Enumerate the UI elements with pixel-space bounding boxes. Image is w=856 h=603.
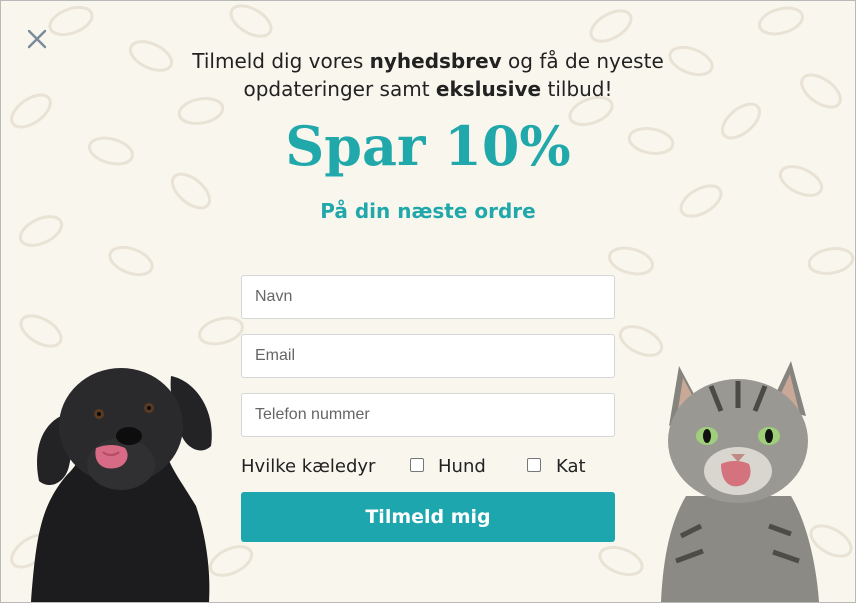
phone-input[interactable] xyxy=(241,393,615,437)
offer-subtitle: På din næste ordre xyxy=(320,199,536,223)
dog-checkbox[interactable] xyxy=(410,458,424,472)
subscribe-button[interactable]: Tilmeld mig xyxy=(241,492,615,542)
name-input[interactable] xyxy=(241,275,615,319)
cat-photo xyxy=(661,361,819,602)
newsletter-headline: Tilmeld dig vores nyhedsbrev og få de ny… xyxy=(192,49,664,101)
dog-photo xyxy=(31,368,212,602)
pets-row: Hvilke kæledyr Hund Kat xyxy=(241,451,615,481)
dog-checkbox-label[interactable]: Hund xyxy=(438,456,486,477)
cat-checkbox-label[interactable]: Kat xyxy=(556,456,586,477)
pets-label: Hvilke kæledyr xyxy=(241,456,376,477)
newsletter-popup: Tilmeld dig vores nyhedsbrev og få de ny… xyxy=(0,0,856,603)
email-input[interactable] xyxy=(241,334,615,378)
cat-checkbox[interactable] xyxy=(527,458,541,472)
offer-title: Spar 10% xyxy=(285,114,571,178)
